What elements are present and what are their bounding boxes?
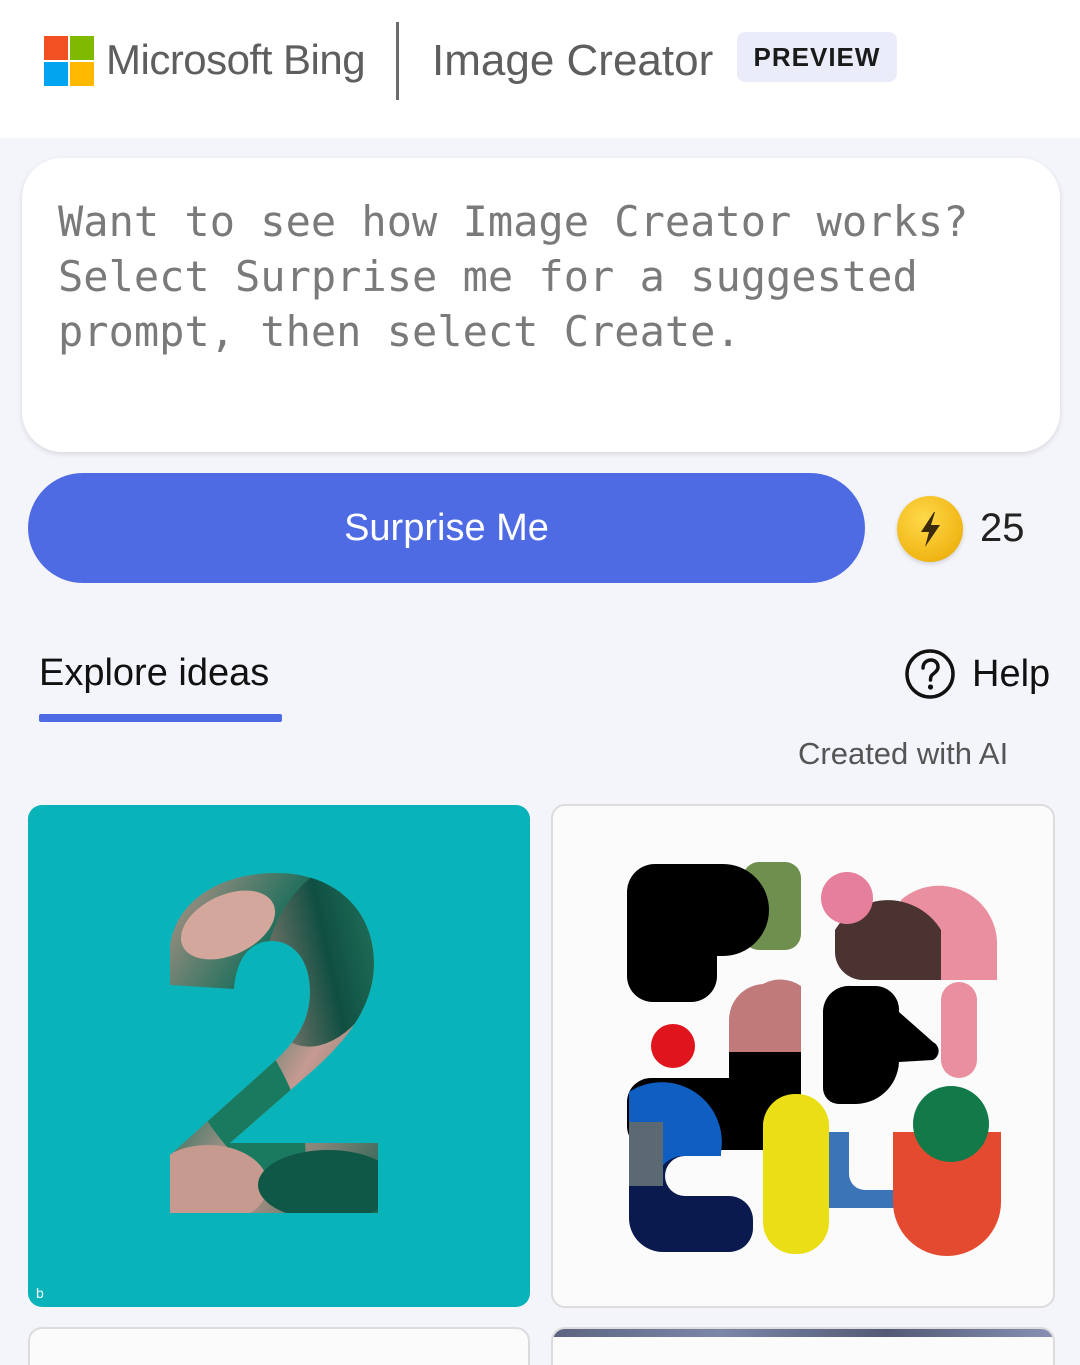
prompt-box: [22, 158, 1060, 452]
idea-card-abstract-shapes[interactable]: [551, 804, 1055, 1308]
product-title: Image Creator: [432, 36, 714, 85]
idea-card-partial[interactable]: [28, 1327, 530, 1365]
tab-explore-ideas[interactable]: Explore ideas: [39, 652, 269, 695]
help-button[interactable]: Help: [904, 648, 1050, 700]
help-label: Help: [972, 652, 1051, 695]
boost-count: 25: [980, 506, 1025, 550]
abstract-shapes-image: [627, 862, 1001, 1256]
prompt-input[interactable]: [58, 194, 1024, 416]
idea-card-number-two[interactable]: b: [28, 805, 530, 1307]
preview-badge: PREVIEW: [737, 32, 897, 82]
image-edge: [553, 1329, 1053, 1337]
created-with-ai-note: Created with AI: [798, 736, 1009, 771]
tab-active-indicator: [39, 714, 282, 722]
lightning-coin-icon[interactable]: [897, 496, 963, 562]
microsoft-logo-icon[interactable]: [44, 36, 94, 86]
surprise-me-button[interactable]: Surprise Me: [28, 473, 865, 583]
number-two-leaf-image: [170, 873, 378, 1213]
bing-watermark: b: [36, 1285, 44, 1301]
idea-card-partial[interactable]: [551, 1327, 1055, 1365]
brand-name[interactable]: Microsoft Bing: [106, 36, 366, 84]
header-divider: [396, 22, 399, 100]
app-header: Microsoft Bing Image Creator PREVIEW: [0, 0, 1080, 138]
question-circle-icon: [905, 649, 955, 699]
